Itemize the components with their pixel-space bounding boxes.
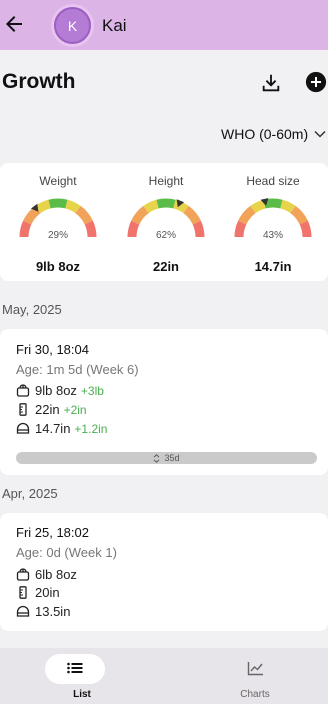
gauge-band-3: [48, 198, 68, 209]
download-icon[interactable]: [260, 72, 282, 94]
bottom-navigation: List Charts: [0, 648, 328, 704]
gauge-value: 22in: [152, 259, 179, 274]
gauge-band-3: [263, 198, 283, 209]
app-bar: K Kai: [0, 0, 328, 50]
scale-icon: [16, 568, 30, 581]
entry-head-delta: +1.2in: [74, 421, 108, 436]
growth-standard-value: WHO (0-60m): [221, 126, 309, 142]
entry-weight: 9lb 8oz: [35, 383, 77, 398]
entry-height-row: 20in: [16, 585, 60, 600]
chevron-down-icon: [314, 130, 326, 138]
nav-list-label: List: [73, 689, 91, 700]
gauge-label: Head size: [246, 174, 300, 188]
back-arrow-icon[interactable]: [2, 12, 26, 36]
percentile-summary-card: Weight 29% 9lb 8oz Height 62% 22in Head …: [0, 163, 328, 281]
entry-height-delta: +2in: [63, 402, 87, 417]
gauge-band-5: [290, 205, 308, 225]
expand-vertical-icon: [154, 453, 160, 463]
list-icon: [67, 662, 83, 674]
gauge-band-2: [35, 199, 51, 214]
month-header: Apr, 2025: [2, 486, 58, 501]
entry-datetime: Fri 25, 18:02: [16, 525, 89, 540]
gauge-percentile: 43%: [262, 230, 283, 241]
gauge-value: 9lb 8oz: [35, 259, 81, 274]
gauge-band-4: [280, 199, 296, 214]
profile-name: Kai: [102, 16, 127, 35]
entry-age: Age: 0d (Week 1): [16, 545, 117, 560]
entry-head: 14.7in: [35, 421, 71, 436]
time-gap-label: 35d: [164, 453, 180, 463]
nav-list-tab[interactable]: List: [0, 648, 164, 704]
add-circle-icon[interactable]: [305, 71, 327, 93]
entry-age: Age: 1m 5d (Week 6): [16, 362, 139, 377]
entry-head-row: 13.5in: [16, 604, 70, 619]
avatar[interactable]: K: [54, 7, 91, 44]
gauge-label: Weight: [39, 174, 77, 188]
avatar-initial: K: [67, 17, 78, 34]
gauge-percentile: 62%: [155, 230, 176, 241]
gauge-band-4: [65, 199, 81, 214]
growth-standard-dropdown[interactable]: WHO (0-60m): [221, 126, 326, 142]
head-size-gauge[interactable]: Head size 43% 14.7in: [223, 163, 323, 281]
gauge-band-3: [156, 198, 176, 209]
scale-icon: [16, 384, 30, 397]
gauge-band-5: [183, 205, 201, 225]
head-size-icon: [16, 605, 30, 617]
month-header: May, 2025: [2, 302, 62, 317]
entry-head: 13.5in: [35, 604, 71, 619]
nav-charts-tab[interactable]: Charts: [164, 648, 328, 704]
gauge-band-1: [238, 205, 256, 225]
entry-weight-row: 6lb 8oz: [16, 567, 77, 582]
gauge-percentile: 29%: [47, 230, 68, 241]
entry-height: 20in: [35, 585, 60, 600]
page-title: Growth: [2, 70, 76, 93]
ruler-icon: [19, 403, 27, 416]
head-size-icon: [16, 422, 30, 434]
gauge-band-2: [143, 199, 159, 214]
entry-datetime: Fri 30, 18:04: [16, 342, 89, 357]
gauge-band-1: [23, 205, 41, 225]
entry-weight-delta: +3lb: [80, 383, 104, 398]
entry-height: 22in: [35, 402, 60, 417]
height-gauge[interactable]: Height 62% 22in: [116, 163, 216, 281]
measurement-card[interactable]: Fri 25, 18:02 Age: 0d (Week 1) 6lb 8oz 2…: [0, 513, 328, 631]
entry-head-row: 14.7in +1.2in: [16, 421, 107, 436]
gauge-value: 14.7in: [254, 259, 292, 274]
time-gap-bar[interactable]: 35d: [16, 452, 317, 464]
entry-weight: 6lb 8oz: [35, 567, 77, 582]
chart-icon: [247, 662, 263, 676]
gauge-band-5: [75, 205, 93, 225]
gauge-band-1: [131, 205, 149, 225]
weight-gauge[interactable]: Weight 29% 9lb 8oz: [8, 163, 108, 281]
ruler-icon: [19, 586, 27, 599]
gauge-band-2: [250, 199, 266, 214]
nav-charts-label: Charts: [240, 689, 270, 700]
gauge-label: Height: [148, 174, 184, 188]
entry-weight-row: 9lb 8oz +3lb: [16, 383, 104, 398]
entry-height-row: 22in +2in: [16, 402, 87, 417]
